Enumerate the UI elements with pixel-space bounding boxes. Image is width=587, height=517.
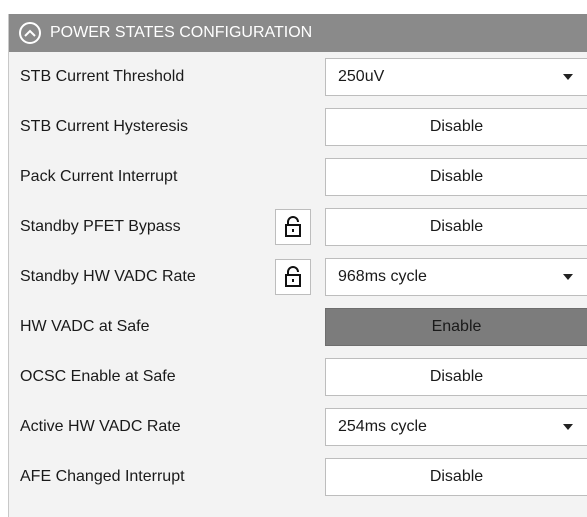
row-standby-hw-vadc-rate: Standby HW VADC Rate 968ms cycle [9, 252, 587, 302]
row-label: AFE Changed Interrupt [20, 468, 185, 485]
dropdown-caret-icon [563, 274, 573, 280]
unlock-icon[interactable] [275, 209, 311, 245]
section-title: POWER STATES CONFIGURATION [50, 24, 313, 41]
stb-current-hysteresis-button[interactable]: Disable [325, 108, 587, 146]
row-active-hw-vadc-rate: Active HW VADC Rate 254ms cycle [9, 402, 587, 452]
dropdown-caret-icon [563, 74, 573, 80]
row-ocsc-enable-at-safe: OCSC Enable at Safe Disable [9, 352, 587, 402]
row-label: HW VADC at Safe [20, 318, 150, 335]
select-value: 254ms cycle [338, 418, 427, 435]
pack-current-interrupt-button[interactable]: Disable [325, 158, 587, 196]
select-value: 968ms cycle [338, 268, 427, 285]
unlock-icon[interactable] [275, 259, 311, 295]
dropdown-caret-icon [563, 424, 573, 430]
section-header[interactable]: POWER STATES CONFIGURATION [9, 14, 587, 52]
row-hw-vadc-at-safe: HW VADC at Safe Enable [9, 302, 587, 352]
active-hw-vadc-rate-select[interactable]: 254ms cycle [325, 408, 587, 446]
row-label: STB Current Hysteresis [20, 118, 189, 135]
row-label: Standby PFET Bypass [20, 218, 181, 235]
select-value: 250uV [338, 68, 385, 85]
row-stb-current-hysteresis: STB Current Hysteresis Disable [9, 102, 587, 152]
row-label: OCSC Enable at Safe [20, 368, 176, 385]
stb-current-threshold-select[interactable]: 250uV [325, 58, 587, 96]
ocsc-enable-at-safe-button[interactable]: Disable [325, 358, 587, 396]
row-label: Pack Current Interrupt [20, 168, 178, 185]
row-standby-pfet-bypass: Standby PFET Bypass Disable [9, 202, 587, 252]
row-stb-current-threshold: STB Current Threshold 250uV [9, 52, 587, 102]
afe-changed-interrupt-button[interactable]: Disable [325, 458, 587, 496]
standby-pfet-bypass-button[interactable]: Disable [325, 208, 587, 246]
row-label: STB Current Threshold [20, 68, 185, 85]
row-label: Active HW VADC Rate [20, 418, 181, 435]
chevron-up-icon[interactable] [19, 22, 41, 44]
power-states-panel: POWER STATES CONFIGURATION STB Current T… [8, 14, 587, 517]
row-label: Standby HW VADC Rate [20, 268, 196, 285]
standby-hw-vadc-rate-select[interactable]: 968ms cycle [325, 258, 587, 296]
row-afe-changed-interrupt: AFE Changed Interrupt Disable [9, 452, 587, 502]
hw-vadc-at-safe-button[interactable]: Enable [325, 308, 587, 346]
row-pack-current-interrupt: Pack Current Interrupt Disable [9, 152, 587, 202]
